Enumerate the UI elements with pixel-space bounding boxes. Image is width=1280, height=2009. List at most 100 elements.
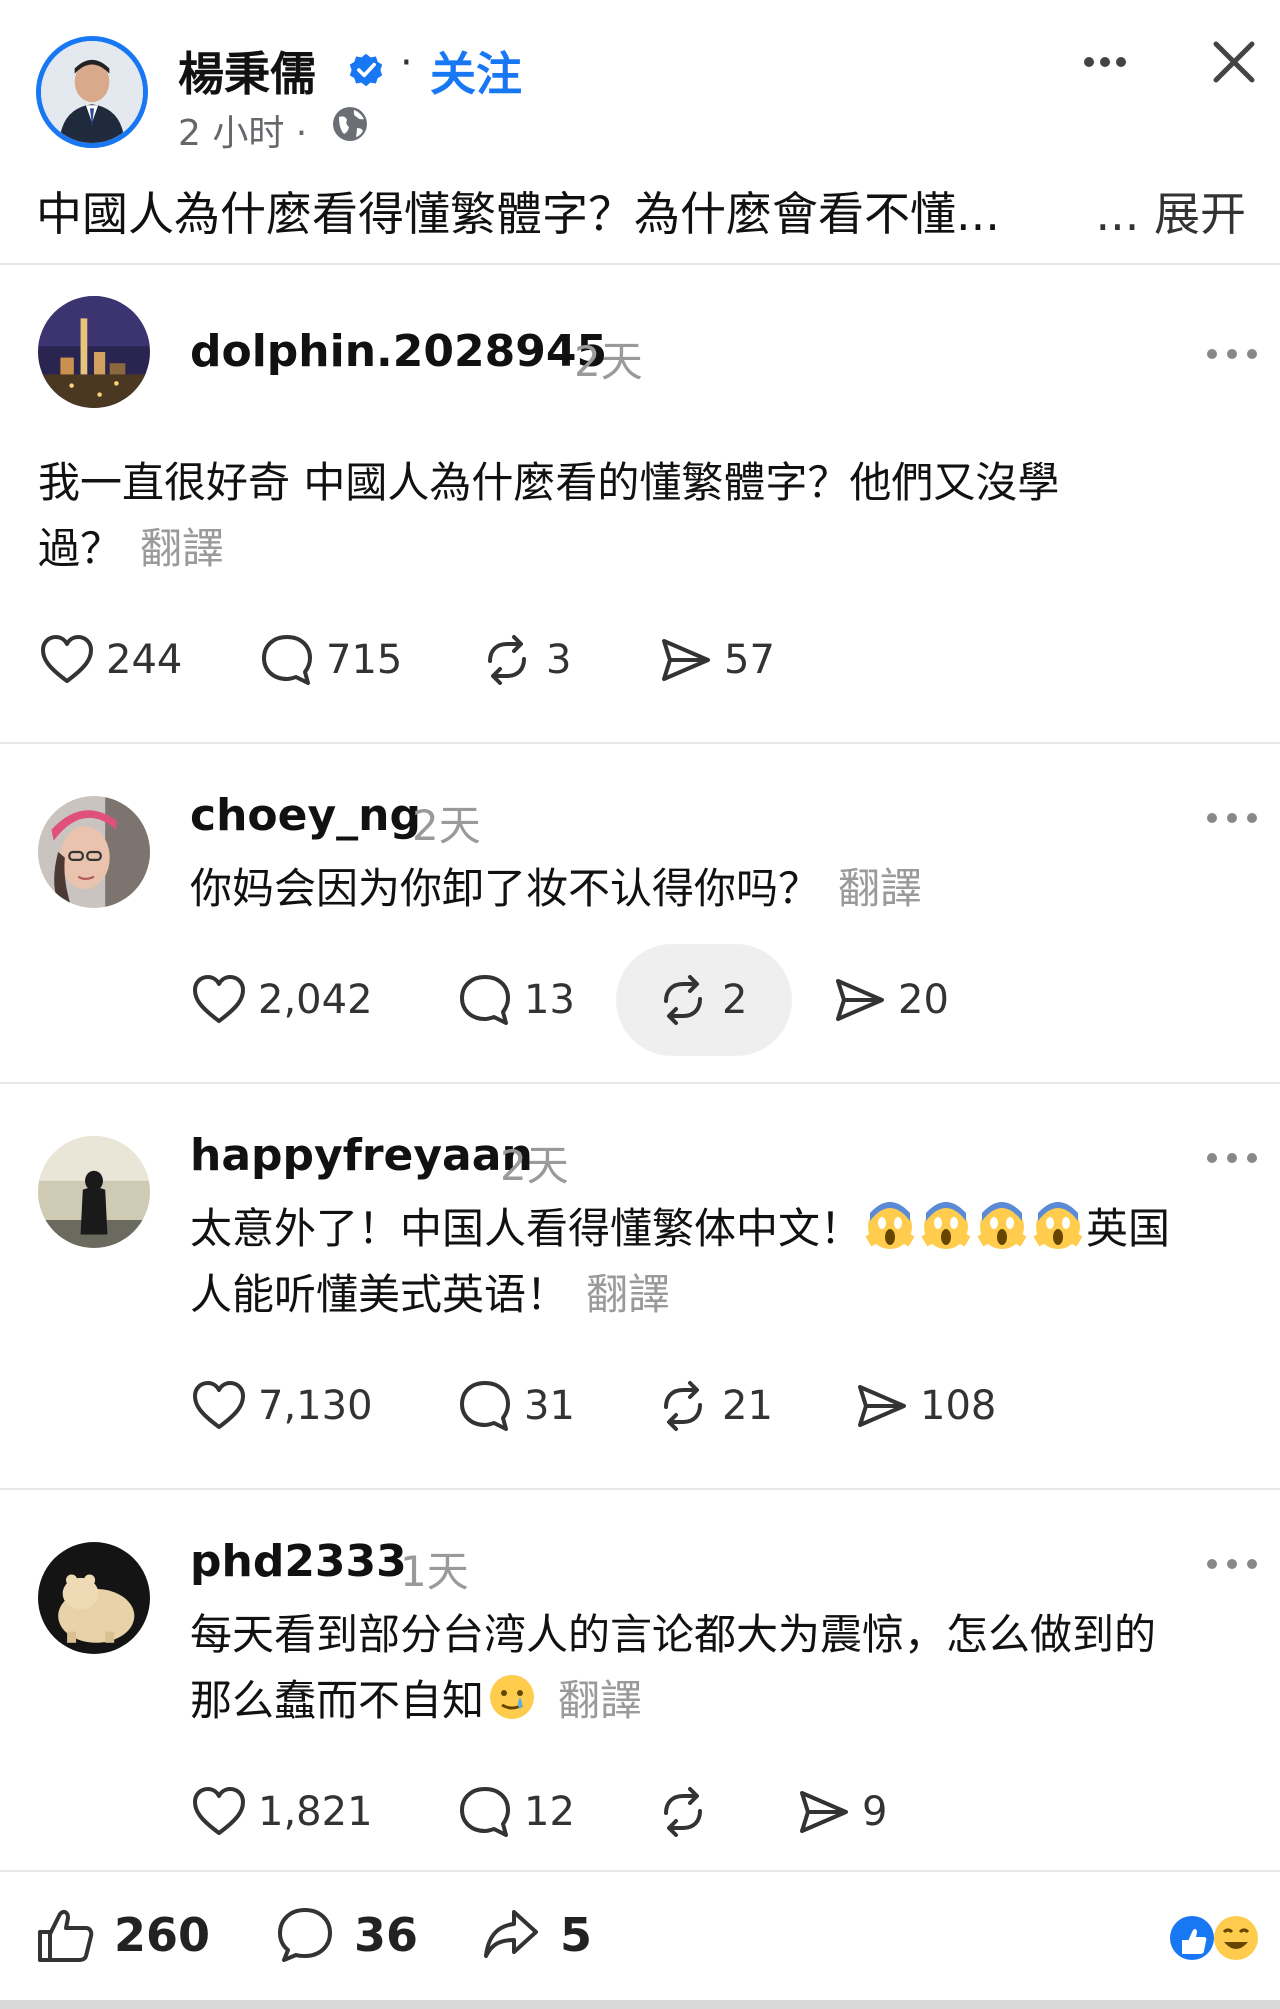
globe-icon [333,107,367,141]
divider [0,1488,1280,1490]
translate-link[interactable]: 翻譯 [558,1676,642,1725]
translate-link[interactable]: 翻譯 [838,864,922,913]
like-button[interactable]: 2,042 [190,972,373,1028]
separator-dot: · [400,40,413,86]
comment-icon [262,635,312,685]
repost-icon [664,1381,702,1431]
share-count: 108 [920,1383,997,1429]
comment-line: 我一直很好奇 中國人為什麼看的懂繁體字？他們又沒學 [38,458,1060,507]
bottom-edge [0,2000,1280,2009]
heart-icon [41,635,93,683]
repost-button[interactable]: 21 [654,1378,773,1434]
close-icon[interactable] [1210,38,1258,86]
repost-count: 21 [722,1383,773,1429]
reply-button[interactable]: 715 [258,632,402,688]
post-ellipsis: ... [956,187,1000,241]
like-count: 1,821 [258,1789,373,1835]
comment-icon [460,1381,510,1431]
reply-count: 715 [326,637,403,683]
avatar[interactable] [38,1542,150,1654]
reply-count: 13 [524,977,575,1023]
author-avatar[interactable] [36,36,148,148]
like-button[interactable]: 244 [38,632,182,688]
reply-button[interactable]: 13 [456,972,575,1028]
translate-link[interactable]: 翻譯 [140,524,224,573]
tear-smile-emoji [490,1675,535,1719]
share-button[interactable]: 108 [852,1378,996,1434]
comment-username[interactable]: happyfreyaan [190,1130,533,1181]
reply-button[interactable]: 12 [456,1784,575,1840]
translate-link[interactable]: 翻譯 [586,1270,670,1319]
like-button[interactable]: 1,821 [190,1784,373,1840]
share-icon [858,1385,906,1427]
footer-share-button[interactable]: 5 [480,1904,592,1966]
comment-username[interactable]: dolphin.2028945 [190,326,607,377]
heart-icon [193,975,245,1023]
avatar[interactable] [38,296,150,408]
more-icon[interactable] [1204,1148,1260,1168]
share-arrow-icon [484,1910,538,1958]
divider [0,1082,1280,1084]
share-icon [662,639,710,681]
more-icon[interactable] [1204,808,1260,828]
verified-icon [349,53,383,87]
comment-time: 2天 [500,1141,569,1190]
more-icon[interactable] [1080,42,1130,82]
footer-like-button[interactable]: 260 [34,1904,210,1966]
like-count: 2,042 [258,977,373,1023]
like-count: 244 [106,637,183,683]
scream-emoji [977,1202,1027,1249]
avatar[interactable] [38,1136,150,1248]
comment-line: 英国 [1086,1204,1171,1253]
comment-time: 2天 [412,801,481,850]
more-icon[interactable] [1204,1554,1260,1574]
repost-button[interactable]: 2 [654,972,747,1028]
share-button[interactable]: 9 [794,1784,887,1840]
share-count: 9 [862,1789,888,1835]
repost-button[interactable]: 3 [478,632,571,688]
share-button[interactable]: 20 [830,972,949,1028]
comment-time: 2天 [574,337,643,386]
follow-button[interactable]: 关注 [430,38,522,104]
expand-label: 展开 [1154,187,1246,241]
expand-button[interactable]: ... 展开 [1089,178,1246,244]
divider [0,263,1280,265]
repost-icon [488,635,526,685]
repost-count: 3 [546,637,572,683]
repost-icon [664,1787,702,1837]
more-icon[interactable] [1204,344,1260,364]
comment-line: 太意外了！中国人看得懂繁体中文！ [190,1204,863,1253]
share-icon [800,1791,848,1833]
comment-username[interactable]: phd2333 [190,1536,407,1587]
reaction-icons[interactable] [1166,1910,1266,1970]
footer-comment-button[interactable]: 36 [274,1904,418,1966]
comment-text: 每天看到部分台湾人的言论都大为震惊，怎么做到的 那么蠢而不自知 翻譯 [190,1602,1250,1734]
footer-like-count: 260 [114,1908,211,1962]
comment-text: 你妈会因为你卸了妆不认得你吗？ 翻譯 [190,856,1220,922]
comment-text: 太意外了！中国人看得懂繁体中文！ 英国 人能听懂美式英语！ 翻譯 [190,1196,1250,1328]
post-body: 中國人為什麼看得懂繁體字？為什麼會看不懂 [36,187,956,241]
reply-count: 31 [524,1383,575,1429]
reply-button[interactable]: 31 [456,1378,575,1434]
comment-line: 過？ [38,524,123,573]
expand-ellipsis: ... [1095,187,1140,241]
repost-button[interactable] [654,1784,722,1840]
share-button[interactable]: 57 [656,632,775,688]
repost-count: 2 [722,977,748,1023]
comment-username[interactable]: choey_ng [190,790,421,841]
comment-icon [460,975,510,1025]
divider [0,742,1280,744]
author-name[interactable]: 楊秉儒 [178,38,316,104]
heart-icon [193,1787,245,1835]
avatar[interactable] [38,796,150,908]
comment-line: 每天看到部分台湾人的言论都大为震惊，怎么做到的 [190,1610,1157,1659]
comment-line: 人能听懂美式英语！ [190,1270,569,1319]
comment-icon [460,1787,510,1837]
heart-icon [193,1381,245,1429]
thumbs-up-icon [38,1909,94,1962]
scream-emoji [921,1202,971,1249]
like-button[interactable]: 7,130 [190,1378,373,1434]
comment-icon [278,1908,332,1962]
comment-time: 1天 [400,1547,469,1596]
scream-emoji [1033,1202,1083,1249]
